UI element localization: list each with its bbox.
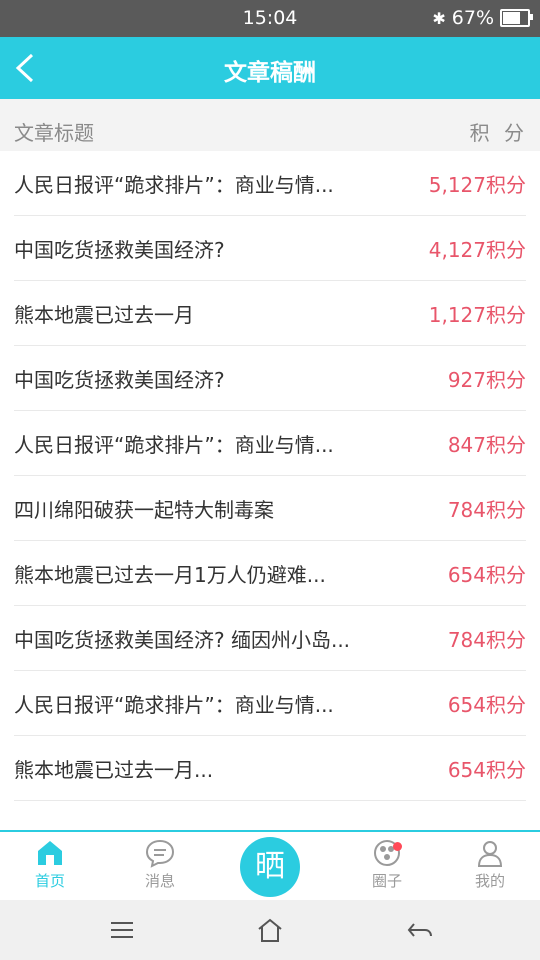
article-score: 5,127积分 bbox=[428, 173, 526, 197]
list-item[interactable]: 熊本地震已过去一月 1,127积分 bbox=[14, 281, 526, 346]
status-right-group: ✱ 67% bbox=[432, 7, 533, 29]
bluetooth-icon: ✱ bbox=[432, 8, 446, 28]
share-center-button[interactable]: 晒 bbox=[240, 837, 300, 897]
notification-badge bbox=[393, 842, 402, 851]
article-title: 中国吃货拯救美国经济? 缅因州小岛... bbox=[14, 628, 351, 652]
chat-bubble-icon bbox=[145, 839, 175, 868]
article-list: 人民日报评“跪求排片”：商业与情... 5,127积分 中国吃货拯救美国经济? 4,… bbox=[0, 151, 540, 801]
article-title: 人民日报评“跪求排片”：商业与情... bbox=[14, 433, 334, 457]
article-title: 中国吃货拯救美国经济? bbox=[14, 368, 225, 392]
article-title: 熊本地震已过去一月... bbox=[14, 758, 214, 782]
column-header-title: 文章标题 bbox=[14, 121, 94, 145]
article-score: 784积分 bbox=[447, 628, 526, 652]
battery-icon bbox=[500, 9, 533, 27]
list-item[interactable]: 熊本地震已过去一月... 654积分 bbox=[14, 736, 526, 801]
header-bar: 文章稿酬 bbox=[0, 37, 540, 99]
home-nav-icon[interactable] bbox=[255, 916, 285, 944]
tab-mine-label: 我的 bbox=[474, 872, 505, 890]
user-icon bbox=[477, 841, 503, 867]
article-score: 927积分 bbox=[447, 368, 526, 392]
article-title: 人民日报评“跪求排片”：商业与情... bbox=[14, 173, 334, 197]
column-header-score: 积 分 bbox=[469, 121, 528, 145]
article-score: 4,127积分 bbox=[428, 238, 526, 262]
list-item[interactable]: 熊本地震已过去一月1万人仍避难... 654积分 bbox=[14, 541, 526, 606]
list-item[interactable]: 中国吃货拯救美国经济? 4,127积分 bbox=[14, 216, 526, 281]
home-icon bbox=[38, 841, 62, 865]
bottom-tab-bar: 首页 消息 晒 圈子 我的 bbox=[0, 830, 540, 902]
back-nav-icon[interactable] bbox=[405, 916, 435, 944]
article-score: 654积分 bbox=[447, 563, 526, 587]
system-nav-bar bbox=[0, 900, 540, 960]
article-score: 847积分 bbox=[447, 433, 526, 457]
page-title: 文章稿酬 bbox=[224, 60, 316, 86]
tab-home-label: 首页 bbox=[34, 872, 65, 890]
list-item[interactable]: 人民日报评“跪求排片”：商业与情... 847积分 bbox=[14, 411, 526, 476]
article-score: 1,127积分 bbox=[428, 303, 526, 327]
article-title: 人民日报评“跪求排片”：商业与情... bbox=[14, 693, 334, 717]
list-item[interactable]: 人民日报评“跪求排片”：商业与情... 654积分 bbox=[14, 671, 526, 736]
tab-home[interactable]: 首页 bbox=[10, 838, 90, 891]
article-score: 654积分 bbox=[447, 693, 526, 717]
list-item[interactable]: 中国吃货拯救美国经济? 927积分 bbox=[14, 346, 526, 411]
article-title: 四川绵阳破获一起特大制毒案 bbox=[14, 498, 274, 522]
tab-circle[interactable]: 圈子 bbox=[347, 838, 427, 891]
article-score: 784积分 bbox=[447, 498, 526, 522]
tab-circle-label: 圈子 bbox=[371, 872, 402, 890]
tab-messages-label: 消息 bbox=[144, 872, 175, 890]
battery-percent: 67% bbox=[451, 7, 494, 29]
article-score: 654积分 bbox=[447, 758, 526, 782]
column-header: 文章标题 积 分 bbox=[0, 99, 540, 151]
list-item[interactable]: 中国吃货拯救美国经济? 缅因州小岛... 784积分 bbox=[14, 606, 526, 671]
article-title: 熊本地震已过去一月1万人仍避难... bbox=[14, 563, 326, 587]
menu-icon[interactable] bbox=[107, 916, 137, 944]
list-item[interactable]: 人民日报评“跪求排片”：商业与情... 5,127积分 bbox=[14, 151, 526, 216]
article-title: 熊本地震已过去一月 bbox=[14, 303, 194, 327]
status-bar: 15:04 ✱ 67% bbox=[0, 0, 540, 37]
tab-mine[interactable]: 我的 bbox=[450, 838, 530, 891]
article-title: 中国吃货拯救美国经济? bbox=[14, 238, 225, 262]
list-item[interactable]: 四川绵阳破获一起特大制毒案 784积分 bbox=[14, 476, 526, 541]
tab-messages[interactable]: 消息 bbox=[120, 838, 200, 891]
